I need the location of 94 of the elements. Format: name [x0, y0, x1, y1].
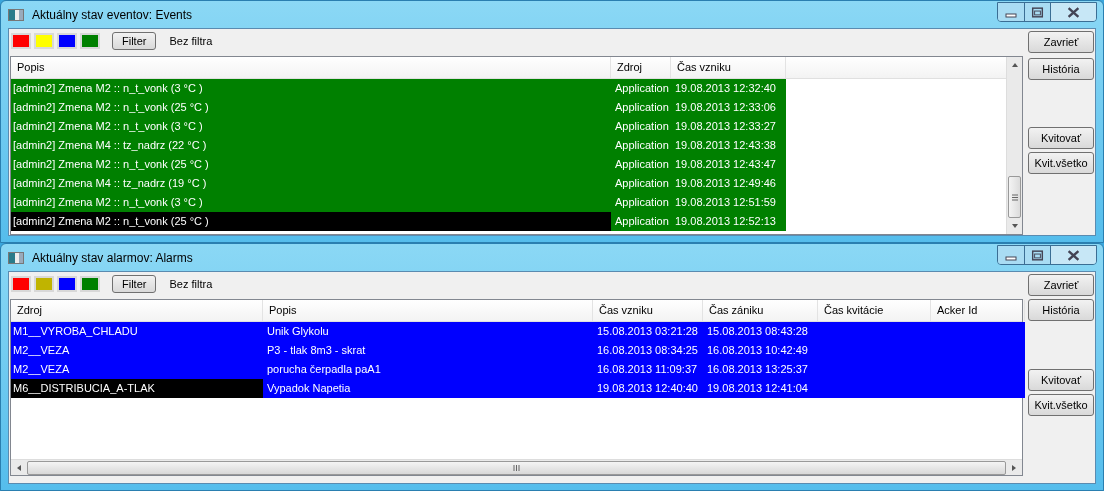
- table-cell-text: 15.08.2013 08:43:28: [706, 324, 809, 340]
- filter-status: Bez filtra: [169, 33, 213, 49]
- table-cell-text: Application: [614, 157, 670, 172]
- column-header[interactable]: Popis: [263, 300, 593, 321]
- table-cell-text: 19.08.2013 12:52:13: [674, 214, 777, 229]
- table-cell-text: [admin2] Zmena M4 :: tz_nadrz (19 °C ): [12, 176, 208, 191]
- color-swatch[interactable]: [11, 32, 31, 49]
- maximize-icon: [1031, 250, 1044, 261]
- table-cell-text: [admin2] Zmena M2 :: n_t_vonk (3 °C ): [12, 81, 204, 96]
- minimize-icon: [1005, 13, 1017, 18]
- action-button[interactable]: História: [1028, 58, 1094, 80]
- column-header[interactable]: Čas vzniku: [593, 300, 703, 321]
- close-icon: [1067, 6, 1080, 19]
- scroll-thumb[interactable]: [1008, 176, 1021, 218]
- table-cell-text: 16.08.2013 13:25:37: [706, 362, 809, 378]
- table-cell-text: 19.08.2013 12:33:06: [674, 100, 777, 115]
- table-cell-text: [admin2] Zmena M2 :: n_t_vonk (25 °C ): [12, 100, 210, 115]
- action-button[interactable]: Kvit.všetko: [1028, 394, 1094, 416]
- table-cell-text: Application: [614, 119, 670, 134]
- table-cell-text: [admin2] Zmena M2 :: n_t_vonk (3 °C ): [12, 195, 204, 210]
- table-cell-text: Application: [614, 195, 670, 210]
- column-header[interactable]: Popis: [11, 56, 611, 78]
- table-cell-text: [admin2] Zmena M2 :: n_t_vonk (25 °C ): [12, 157, 210, 172]
- grip-icon: [513, 464, 519, 471]
- table-cell-text: Unik Glykolu: [266, 324, 330, 340]
- action-button[interactable]: Kvitovať: [1028, 369, 1094, 391]
- close-icon: [1067, 249, 1080, 262]
- column-header[interactable]: Acker Id: [931, 300, 1025, 321]
- color-swatch[interactable]: [11, 276, 31, 292]
- table-cell-text: M1__VYROBA_CHLADU: [12, 324, 139, 340]
- table-cell: M6__DISTRIBUCIA_A-TLAK: [11, 379, 263, 398]
- table-cell-text: Application: [614, 138, 670, 153]
- table-row[interactable]: M2__VEZA P3 - tlak 8m3 - skrat 16.08.2013 08:34:25 16.08.2013 10:42:49: [11, 341, 1025, 360]
- table-cell-text: Application: [614, 214, 670, 229]
- scroll-right-icon[interactable]: [1012, 464, 1016, 471]
- table-cell-text: 15.08.2013 03:21:28: [596, 324, 699, 340]
- filter-button[interactable]: Filter: [112, 275, 157, 293]
- grip-icon: [1011, 194, 1018, 200]
- table-cell-text: 19.08.2013 12:32:40: [674, 81, 777, 96]
- app-icon: [8, 8, 24, 21]
- table-cell-text: 19.08.2013 12:51:59: [674, 195, 777, 210]
- table-cell-text: 16.08.2013 11:09:37: [596, 362, 699, 378]
- table-cell-text: 16.08.2013 08:34:25: [596, 343, 699, 359]
- maximize-icon: [1031, 7, 1044, 18]
- action-button[interactable]: História: [1028, 299, 1094, 321]
- action-button[interactable]: Kvit.všetko: [1028, 152, 1094, 174]
- table-row[interactable]: M6__DISTRIBUCIA_A-TLAK Vypadok Napetia 19.08.2013 12:40:40 19.08.2013 12:41:04: [11, 379, 1025, 398]
- action-button[interactable]: Kvitovať: [1028, 127, 1094, 149]
- column-header[interactable]: Čas zániku: [703, 300, 818, 321]
- table-cell-text: 19.08.2013 12:40:40: [596, 381, 699, 397]
- table-cell-text: Application: [614, 176, 670, 191]
- minimize-icon: [1005, 256, 1017, 261]
- table-cell-text: M2__VEZA: [12, 343, 71, 359]
- scroll-left-icon[interactable]: [17, 464, 21, 471]
- close-button[interactable]: [1050, 246, 1096, 264]
- table-cell-text: Application: [614, 81, 670, 96]
- column-header[interactable]: Zdroj: [611, 56, 671, 78]
- table-cell-text: 19.08.2013 12:49:46: [674, 176, 777, 191]
- window-title: Aktuálny stav alarmov: Alarms: [32, 249, 193, 267]
- color-swatch[interactable]: [34, 32, 54, 49]
- action-button[interactable]: Zavrieť: [1028, 31, 1094, 53]
- action-button[interactable]: Zavrieť: [1028, 274, 1094, 296]
- window-title: Aktuálny stav eventov: Events: [32, 6, 193, 24]
- filter-status: Bez filtra: [169, 276, 213, 292]
- filter-button[interactable]: Filter: [112, 31, 157, 50]
- table-cell-text: 16.08.2013 10:42:49: [706, 343, 809, 359]
- table-row[interactable]: M2__VEZA porucha čerpadla paA1 16.08.2013 11:09:37 16.08.2013 13:25:37: [11, 360, 1025, 379]
- table-cell-text: P3 - tlak 8m3 - skrat: [266, 343, 367, 359]
- table-cell-text: [admin2] Zmena M2 :: n_t_vonk (3 °C ): [12, 119, 204, 134]
- column-header[interactable]: Zdroj: [11, 300, 263, 321]
- scroll-down-icon[interactable]: [1012, 224, 1018, 228]
- table-row[interactable]: M1__VYROBA_CHLADU Unik Glykolu 15.08.2013 03:21:28 15.08.2013 08:43:28: [11, 322, 1025, 341]
- table-cell-text: M2__VEZA: [12, 362, 71, 378]
- table-cell-text: porucha čerpadla paA1: [266, 362, 382, 378]
- maximize-button[interactable]: [1024, 3, 1050, 21]
- table-cell-text: 19.08.2013 12:43:47: [674, 157, 777, 172]
- close-button[interactable]: [1050, 3, 1096, 21]
- vertical-scrollbar[interactable]: [1006, 56, 1022, 234]
- table-cell-text: Vypadok Napetia: [266, 381, 352, 397]
- table-cell-text: Application: [614, 100, 670, 115]
- app-icon: [8, 251, 24, 264]
- color-swatch[interactable]: [57, 276, 77, 292]
- table-cell-text: 19.08.2013 12:33:27: [674, 119, 777, 134]
- table-cell-text: [admin2] Zmena M4 :: tz_nadrz (22 °C ): [12, 138, 208, 153]
- color-swatch[interactable]: [34, 276, 54, 292]
- table-cell-text: 19.08.2013 12:41:04: [706, 381, 809, 397]
- color-swatch[interactable]: [80, 32, 100, 49]
- column-header[interactable]: Čas vzniku: [671, 56, 786, 78]
- table-cell-text: 19.08.2013 12:43:38: [674, 138, 777, 153]
- scroll-up-icon[interactable]: [1012, 62, 1018, 67]
- color-swatch[interactable]: [57, 32, 77, 49]
- color-swatch[interactable]: [80, 276, 100, 292]
- column-header[interactable]: Čas kvitácie: [818, 300, 931, 321]
- maximize-button[interactable]: [1024, 246, 1050, 264]
